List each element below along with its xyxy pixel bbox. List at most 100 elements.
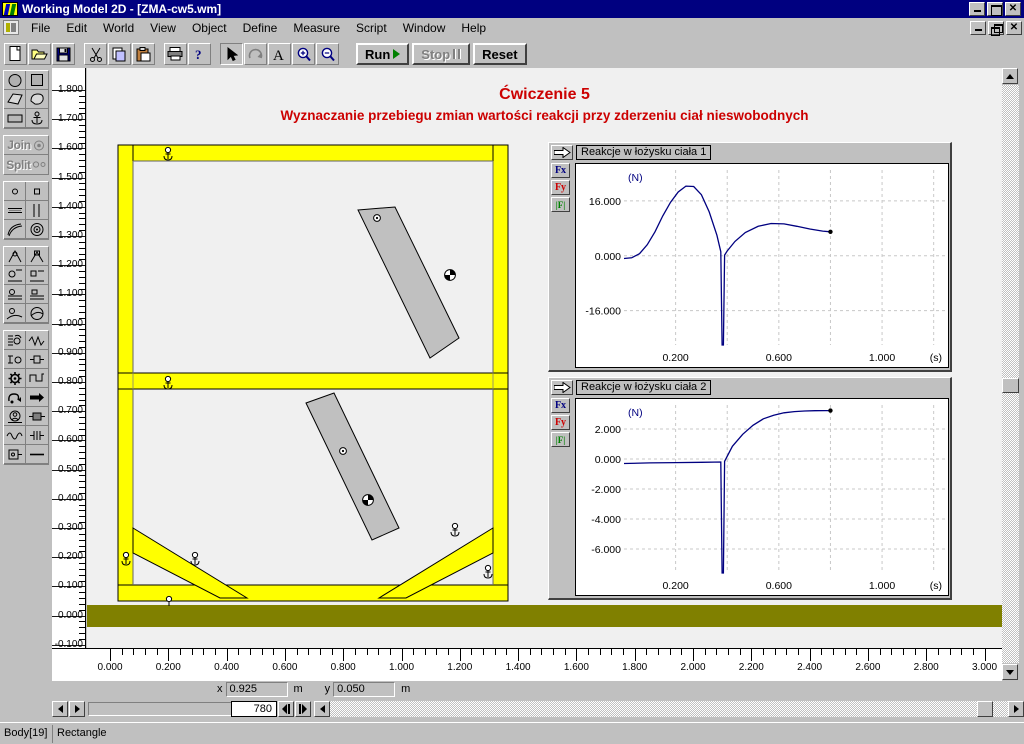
minimize-button[interactable] [969, 2, 985, 16]
document-close-button[interactable]: ✕ [1006, 20, 1022, 35]
spring-damper-icon[interactable] [4, 350, 26, 369]
rigid-joint-icon[interactable] [26, 247, 48, 266]
hscroll-right-button[interactable] [1008, 701, 1024, 717]
curved-pin-icon[interactable] [4, 304, 26, 323]
hscroll-left-button[interactable] [314, 701, 330, 717]
vertical-scroll-thumb[interactable] [1002, 378, 1019, 393]
pinned-circle-icon[interactable] [26, 220, 48, 239]
next-frame-button[interactable] [295, 701, 311, 717]
pin-slot-icon[interactable] [4, 285, 26, 304]
menu-file[interactable]: File [23, 19, 58, 37]
zoom-in-icon[interactable] [292, 43, 315, 65]
graph-2-fy-button[interactable]: Fy [551, 415, 570, 430]
graph-2-fx-button[interactable]: Fx [551, 398, 570, 413]
rigid-slot-icon[interactable] [26, 285, 48, 304]
keyed-slot-icon[interactable] [26, 266, 48, 285]
menu-define[interactable]: Define [235, 19, 286, 37]
motor-icon[interactable] [26, 407, 48, 426]
rotate-icon[interactable] [244, 43, 267, 65]
menu-view[interactable]: View [142, 19, 184, 37]
prev-frame-button[interactable] [278, 701, 294, 717]
scroll-down-button[interactable] [1002, 664, 1018, 680]
copy-icon[interactable] [108, 43, 131, 65]
cut-icon[interactable] [84, 43, 107, 65]
new-icon[interactable] [4, 43, 27, 65]
separator-icon[interactable] [26, 369, 48, 388]
horizontal-ruler: 0.000 0.200 0.400 0.600 0.800 1.000 1.200 1.400… [52, 648, 1002, 680]
rod-icon[interactable] [26, 350, 48, 369]
curved-slot-icon[interactable] [4, 220, 26, 239]
force-arrow-icon[interactable] [26, 388, 48, 407]
menu-object[interactable]: Object [184, 19, 235, 37]
actuator-icon[interactable] [4, 407, 26, 426]
curved-slot-joint-icon[interactable] [26, 304, 48, 323]
open-icon[interactable] [28, 43, 51, 65]
hscroll-thumb[interactable] [977, 701, 993, 717]
save-icon[interactable] [52, 43, 75, 65]
pin-joint-icon[interactable] [4, 247, 26, 266]
menu-measure[interactable]: Measure [285, 19, 348, 37]
torque-icon[interactable] [4, 445, 26, 464]
reset-button[interactable]: Reset [473, 43, 527, 65]
point-element-icon[interactable] [4, 182, 26, 201]
horizontal-scroll-trough[interactable] [330, 701, 1024, 717]
graph-2-expand-icon[interactable] [551, 380, 573, 395]
rotational-damper-icon[interactable] [26, 426, 48, 445]
play-forward-button[interactable] [69, 701, 85, 717]
run-button[interactable]: Run [356, 43, 410, 65]
slot-joint-icon[interactable] [4, 266, 26, 285]
vertical-scroll-trough[interactable] [1002, 85, 1019, 663]
anchor-icon[interactable] [26, 109, 48, 128]
graph-1-fmag-button[interactable]: |F| [551, 197, 570, 212]
split-button[interactable]: Split [4, 155, 48, 174]
document-minimize-button[interactable] [970, 20, 986, 35]
frame-slider-track[interactable] [88, 702, 233, 716]
graph-2-plot[interactable]: 2.000 0.000 -2.000 -4.000 -6.000 0.200 0.600 1.… [575, 398, 949, 596]
step-back-button[interactable] [52, 701, 68, 717]
polygon-body-icon[interactable] [4, 90, 26, 109]
square-point-icon[interactable] [26, 182, 48, 201]
menu-window[interactable]: Window [395, 19, 454, 37]
slot-vertical-icon[interactable] [26, 201, 48, 220]
stop-button[interactable]: Stop [412, 43, 471, 65]
document-restore-button[interactable] [988, 20, 1004, 36]
arrow-icon[interactable] [220, 43, 243, 65]
text-icon[interactable]: A [268, 43, 291, 65]
rotational-spring-icon[interactable] [4, 426, 26, 445]
graph-1-expand-icon[interactable] [551, 145, 573, 160]
scroll-up-button[interactable] [1002, 68, 1018, 84]
square-body-icon[interactable] [26, 71, 48, 90]
graph-1-fx-button[interactable]: Fx [551, 163, 570, 178]
frame-number-field[interactable]: 780 [231, 701, 277, 717]
join-button[interactable]: Join [4, 136, 48, 155]
graph-window-1[interactable]: Reakcje w łożysku ciała 1 Fx Fy |F| 16.0… [548, 142, 952, 372]
canvas-vertical-scrollbar[interactable] [1002, 68, 1019, 680]
zoom-out-icon[interactable] [316, 43, 339, 65]
rectangle-body-icon[interactable] [4, 109, 26, 128]
circle-body-icon[interactable] [4, 71, 26, 90]
join-label: Join [7, 138, 31, 152]
graph-1-fy-button[interactable]: Fy [551, 180, 570, 195]
graph-1-plot[interactable]: 16.000 0.000 -16.000 0.200 0.600 1.000 (N) (s) [575, 163, 949, 368]
help-icon[interactable]: ? [188, 43, 211, 65]
graph-2-fmag-button[interactable]: |F| [551, 432, 570, 447]
x-value: 0.925 [225, 681, 288, 697]
slot-horizontal-icon[interactable] [4, 201, 26, 220]
simulation-canvas[interactable]: Ćwiczenie 5 Wyznaczanie przebiegu zmian … [87, 68, 1002, 648]
paste-icon[interactable] [132, 43, 155, 65]
rope-icon[interactable] [4, 388, 26, 407]
print-icon[interactable] [164, 43, 187, 65]
menu-help[interactable]: Help [453, 19, 494, 37]
menu-script[interactable]: Script [348, 19, 395, 37]
document-icon[interactable] [3, 20, 19, 35]
damper-icon[interactable] [26, 331, 48, 350]
curved-polygon-icon[interactable] [26, 90, 48, 109]
close-button[interactable]: ✕ [1005, 2, 1021, 16]
maximize-button[interactable] [987, 2, 1003, 16]
menu-world[interactable]: World [95, 19, 142, 37]
rod-link-icon[interactable] [26, 445, 48, 464]
menu-edit[interactable]: Edit [58, 19, 95, 37]
spring-icon[interactable] [4, 331, 26, 350]
gear-icon[interactable] [4, 369, 26, 388]
graph-window-2[interactable]: Reakcje w łożysku ciała 2 Fx Fy |F| 2.00… [548, 377, 952, 600]
